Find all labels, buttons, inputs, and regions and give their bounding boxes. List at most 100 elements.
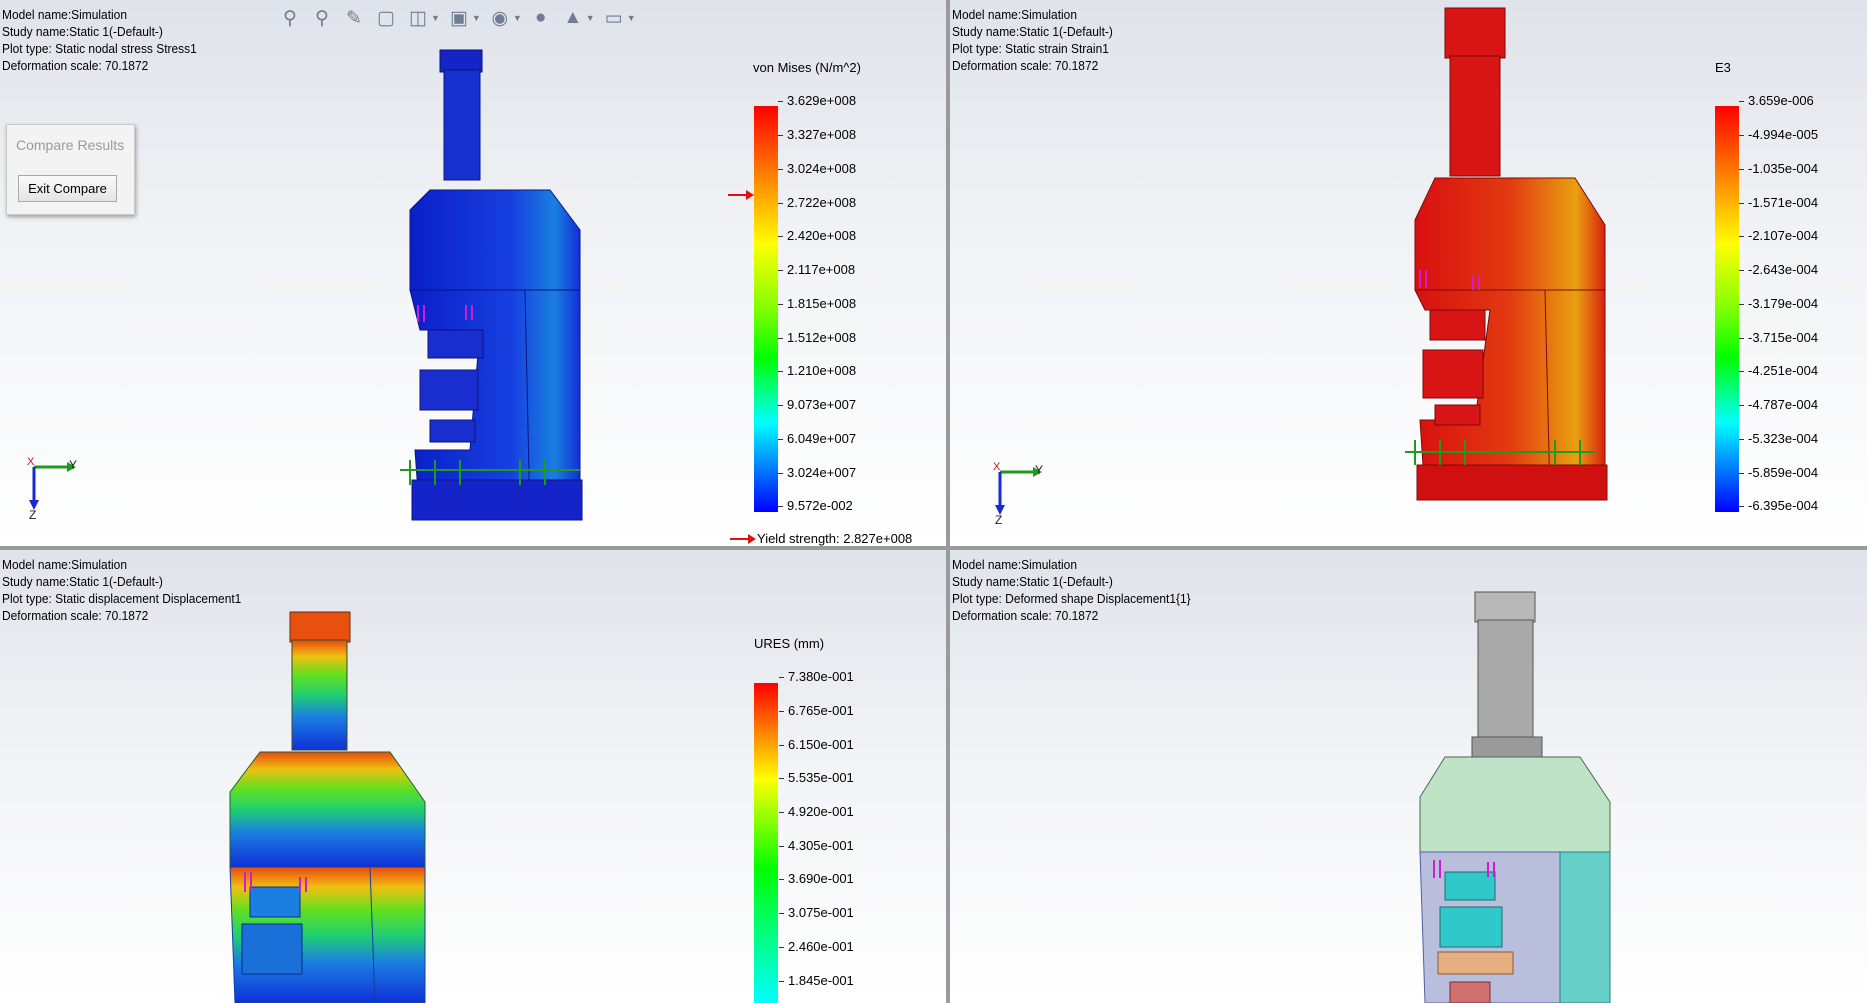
legend-tick: 1.512e+008 xyxy=(777,330,857,345)
legend-color-bar xyxy=(754,683,778,1003)
legend-tick: 6.150e-001 xyxy=(779,737,854,752)
study-name-label: Study name:Static 1(-Default-) xyxy=(2,574,163,589)
deformed-shape-model-view[interactable] xyxy=(1410,582,1620,1003)
compare-results-title: Compare Results xyxy=(16,137,125,153)
legend-tick: -2.643e-004 xyxy=(1738,262,1819,277)
hide-show-items-icon[interactable]: ◉ xyxy=(487,5,513,31)
chevron-down-icon[interactable]: ▼ xyxy=(586,13,595,23)
stress-model-view[interactable] xyxy=(380,40,600,530)
heads-up-view-toolbar: ⚲ ⚲ ✎ ▢ ◫ ▼ ▣ ▼ ◉ ▼ ● ▲ ▼ ▭ ▼ xyxy=(277,5,636,31)
legend-color-bar xyxy=(1715,106,1739,512)
legend-tick: -5.323e-004 xyxy=(1738,431,1819,446)
legend-tick: 1.210e+008 xyxy=(777,363,857,378)
viewport-stress-plot[interactable]: Model name:Simulation Study name:Static … xyxy=(0,0,946,546)
legend-tick: 2.420e+008 xyxy=(777,228,857,243)
yield-arrow-icon xyxy=(730,534,756,544)
section-view-icon[interactable]: ▢ xyxy=(373,5,399,31)
legend-tick: 5.535e-001 xyxy=(779,770,854,785)
legend-tick: 4.305e-001 xyxy=(779,838,854,853)
legend-tick: -6.395e-004 xyxy=(1738,498,1819,513)
legend-tick: 2.460e-001 xyxy=(779,939,854,954)
viewport-strain-plot[interactable]: Model name:Simulation Study name:Static … xyxy=(950,0,1867,546)
chevron-down-icon[interactable]: ▼ xyxy=(513,13,522,23)
legend-tick: 2.117e+008 xyxy=(777,262,856,277)
legend-tick: -3.179e-004 xyxy=(1738,296,1819,311)
previous-view-icon[interactable]: ✎ xyxy=(341,5,367,31)
legend-tick: 3.629e+008 xyxy=(777,93,857,108)
axis-triad: X Y Z xyxy=(993,461,1043,525)
legend-tick: 6.765e-001 xyxy=(779,703,854,718)
legend-title: von Mises (N/m^2) xyxy=(753,60,861,75)
axis-y-label: Y xyxy=(1035,463,1043,477)
plot-type-label: Plot type: Static nodal stress Stress1 xyxy=(2,41,197,56)
plot-info-block: Model name:Simulation Study name:Static … xyxy=(952,556,1191,624)
legend-tick: 4.920e-001 xyxy=(779,804,854,819)
deformation-scale-label: Deformation scale: 70.1872 xyxy=(952,608,1099,623)
chevron-down-icon[interactable]: ▼ xyxy=(627,13,636,23)
plot-type-label: Plot type: Static displacement Displacem… xyxy=(2,591,242,606)
model-name-label: Model name:Simulation xyxy=(2,7,127,22)
legend-tick: 3.690e-001 xyxy=(779,871,854,886)
legend-tick: -4.787e-004 xyxy=(1738,397,1819,412)
legend-tick: -4.994e-005 xyxy=(1738,127,1819,142)
display-style-icon[interactable]: ▣ xyxy=(446,5,472,31)
legend-tick: 9.073e+007 xyxy=(777,397,857,412)
legend-tick: 3.024e+008 xyxy=(777,161,857,176)
apply-scene-icon[interactable]: ▲ xyxy=(560,5,586,31)
legend-tick: 7.380e-001 xyxy=(779,669,854,684)
deformation-scale-label: Deformation scale: 70.1872 xyxy=(2,608,149,623)
model-name-label: Model name:Simulation xyxy=(952,557,1077,572)
study-name-label: Study name:Static 1(-Default-) xyxy=(952,574,1113,589)
axis-z-label: Z xyxy=(995,513,1002,525)
study-name-label: Study name:Static 1(-Default-) xyxy=(952,24,1113,39)
plot-info-block: Model name:Simulation Study name:Static … xyxy=(2,6,197,74)
legend-tick: 1.845e-001 xyxy=(779,973,854,988)
yield-arrow-icon xyxy=(728,190,754,200)
axis-y-label: Y xyxy=(69,458,77,472)
plot-info-block: Model name:Simulation Study name:Static … xyxy=(952,6,1113,74)
axis-x-label: X xyxy=(27,456,35,468)
axis-triad: X Y Z xyxy=(27,456,77,520)
legend-tick: 1.815e+008 xyxy=(777,296,857,311)
legend-color-bar xyxy=(754,106,778,512)
view-settings-icon[interactable]: ▭ xyxy=(601,5,627,31)
legend-tick: 2.722e+008 xyxy=(777,195,857,210)
plot-info-block: Model name:Simulation Study name:Static … xyxy=(2,556,241,624)
legend-tick: 3.659e-006 xyxy=(1739,93,1814,108)
chevron-down-icon[interactable]: ▼ xyxy=(472,13,481,23)
plot-type-label: Plot type: Static strain Strain1 xyxy=(952,41,1109,56)
legend-tick: -1.035e-004 xyxy=(1738,161,1819,176)
model-name-label: Model name:Simulation xyxy=(952,7,1077,22)
legend-title: E3 xyxy=(1715,60,1731,75)
deformation-scale-label: Deformation scale: 70.1872 xyxy=(952,58,1099,73)
legend-tick: 3.075e-001 xyxy=(779,905,854,920)
compare-results-panel: Compare Results Exit Compare xyxy=(6,124,135,215)
displacement-model-view[interactable] xyxy=(220,602,430,1003)
chevron-down-icon[interactable]: ▼ xyxy=(431,13,440,23)
viewport-displacement-plot[interactable]: Model name:Simulation Study name:Static … xyxy=(0,550,946,1003)
model-name-label: Model name:Simulation xyxy=(2,557,127,572)
legend-tick: 3.024e+007 xyxy=(777,465,857,480)
zoom-to-area-icon[interactable]: ⚲ xyxy=(309,5,335,31)
axis-z-label: Z xyxy=(29,508,36,520)
viewport-deformed-shape[interactable]: Model name:Simulation Study name:Static … xyxy=(950,550,1867,1003)
edit-appearance-icon[interactable]: ● xyxy=(528,5,554,31)
zoom-to-fit-icon[interactable]: ⚲ xyxy=(277,5,303,31)
view-orientation-icon[interactable]: ◫ xyxy=(405,5,431,31)
exit-compare-button[interactable]: Exit Compare xyxy=(18,175,117,202)
legend-tick: -5.859e-004 xyxy=(1738,465,1819,480)
axis-x-label: X xyxy=(993,461,1001,473)
legend-tick: -2.107e-004 xyxy=(1738,228,1819,243)
legend-tick: -4.251e-004 xyxy=(1738,363,1819,378)
yield-strength-label: Yield strength: 2.827e+008 xyxy=(757,531,913,546)
legend-tick: 6.049e+007 xyxy=(777,431,857,446)
legend-tick: -3.715e-004 xyxy=(1738,330,1819,345)
legend-tick: 9.572e-002 xyxy=(778,498,853,513)
strain-model-view[interactable] xyxy=(1395,0,1625,510)
plot-type-label: Plot type: Deformed shape Displacement1{… xyxy=(952,591,1191,606)
legend-tick: -1.571e-004 xyxy=(1738,195,1819,210)
study-name-label: Study name:Static 1(-Default-) xyxy=(2,24,163,39)
deformation-scale-label: Deformation scale: 70.1872 xyxy=(2,58,149,73)
legend-title: URES (mm) xyxy=(754,636,825,651)
legend-tick: 3.327e+008 xyxy=(777,127,857,142)
